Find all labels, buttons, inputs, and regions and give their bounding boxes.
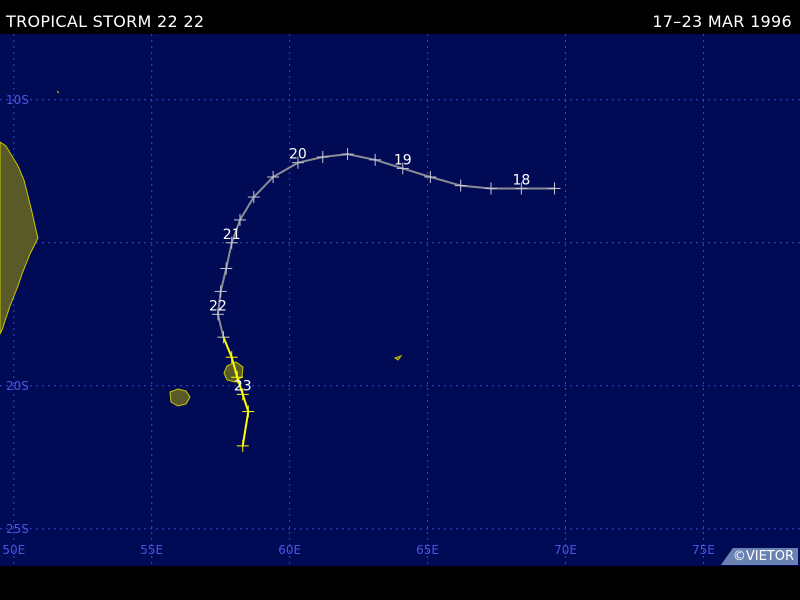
lon-tick-label: 60E: [278, 543, 301, 557]
day-label: 20: [289, 147, 307, 163]
track-segment: [272, 161, 299, 179]
track-point: [217, 331, 230, 344]
lon-tick-label: 65E: [416, 543, 439, 557]
reunion-island: [169, 388, 191, 407]
storm-track: [211, 148, 561, 452]
lat-tick-label: 20S: [6, 379, 29, 393]
track-point: [485, 182, 498, 195]
track-segment: [241, 410, 250, 447]
day-label: 21: [223, 227, 241, 243]
credit-badge: ©VIETOR: [720, 548, 798, 565]
lat-tick-label: 25S: [6, 522, 29, 536]
map-canvas: 50E55E60E65E70E75E10S15S20S25S 181920212…: [0, 34, 800, 566]
track-point: [220, 262, 233, 275]
track-point: [424, 171, 437, 184]
lon-tick-label: 55E: [140, 543, 163, 557]
track-map: 50E55E60E65E70E75E10S15S20S25S 181920212…: [0, 34, 800, 566]
track-segment: [219, 267, 228, 293]
track-labels: 18 19 20 21 22 23: [209, 147, 530, 395]
track-point: [234, 213, 246, 226]
madagascar-coast: [0, 141, 39, 335]
track-point: [242, 405, 255, 418]
track-segment: [216, 313, 225, 339]
track-point: [214, 285, 227, 298]
track-segment: [252, 176, 275, 199]
graticule: 50E55E60E65E70E75E10S15S20S25S: [0, 34, 800, 566]
date-range: 17–23 MAR 1996: [652, 12, 792, 31]
day-label: 19: [394, 152, 412, 168]
day-label: 23: [234, 378, 252, 394]
track-segment: [222, 336, 233, 359]
storm-title: TROPICAL STORM 22 22: [6, 12, 205, 31]
track-segment: [225, 241, 233, 270]
islet-east: [393, 355, 403, 361]
landmasses: [0, 90, 403, 407]
lon-tick-label: 75E: [692, 543, 715, 557]
track-point: [454, 179, 467, 192]
track-point: [548, 182, 561, 195]
track-segment: [401, 167, 432, 179]
day-label: 22: [209, 298, 227, 314]
islet-northwest: [56, 90, 60, 94]
track-point: [341, 148, 354, 161]
track-segment: [239, 196, 255, 221]
lon-tick-label: 50E: [2, 543, 25, 557]
track-point: [369, 153, 382, 166]
lon-tick-label: 70E: [554, 543, 577, 557]
track-segment: [429, 176, 462, 187]
track-segment: [346, 153, 377, 161]
track-point: [225, 351, 238, 364]
track-point: [236, 439, 249, 452]
day-label: 18: [512, 172, 530, 188]
track-point: [316, 150, 329, 163]
lat-tick-label: 10S: [6, 93, 29, 107]
bottom-bar: [0, 566, 800, 600]
track-segment: [241, 393, 250, 413]
